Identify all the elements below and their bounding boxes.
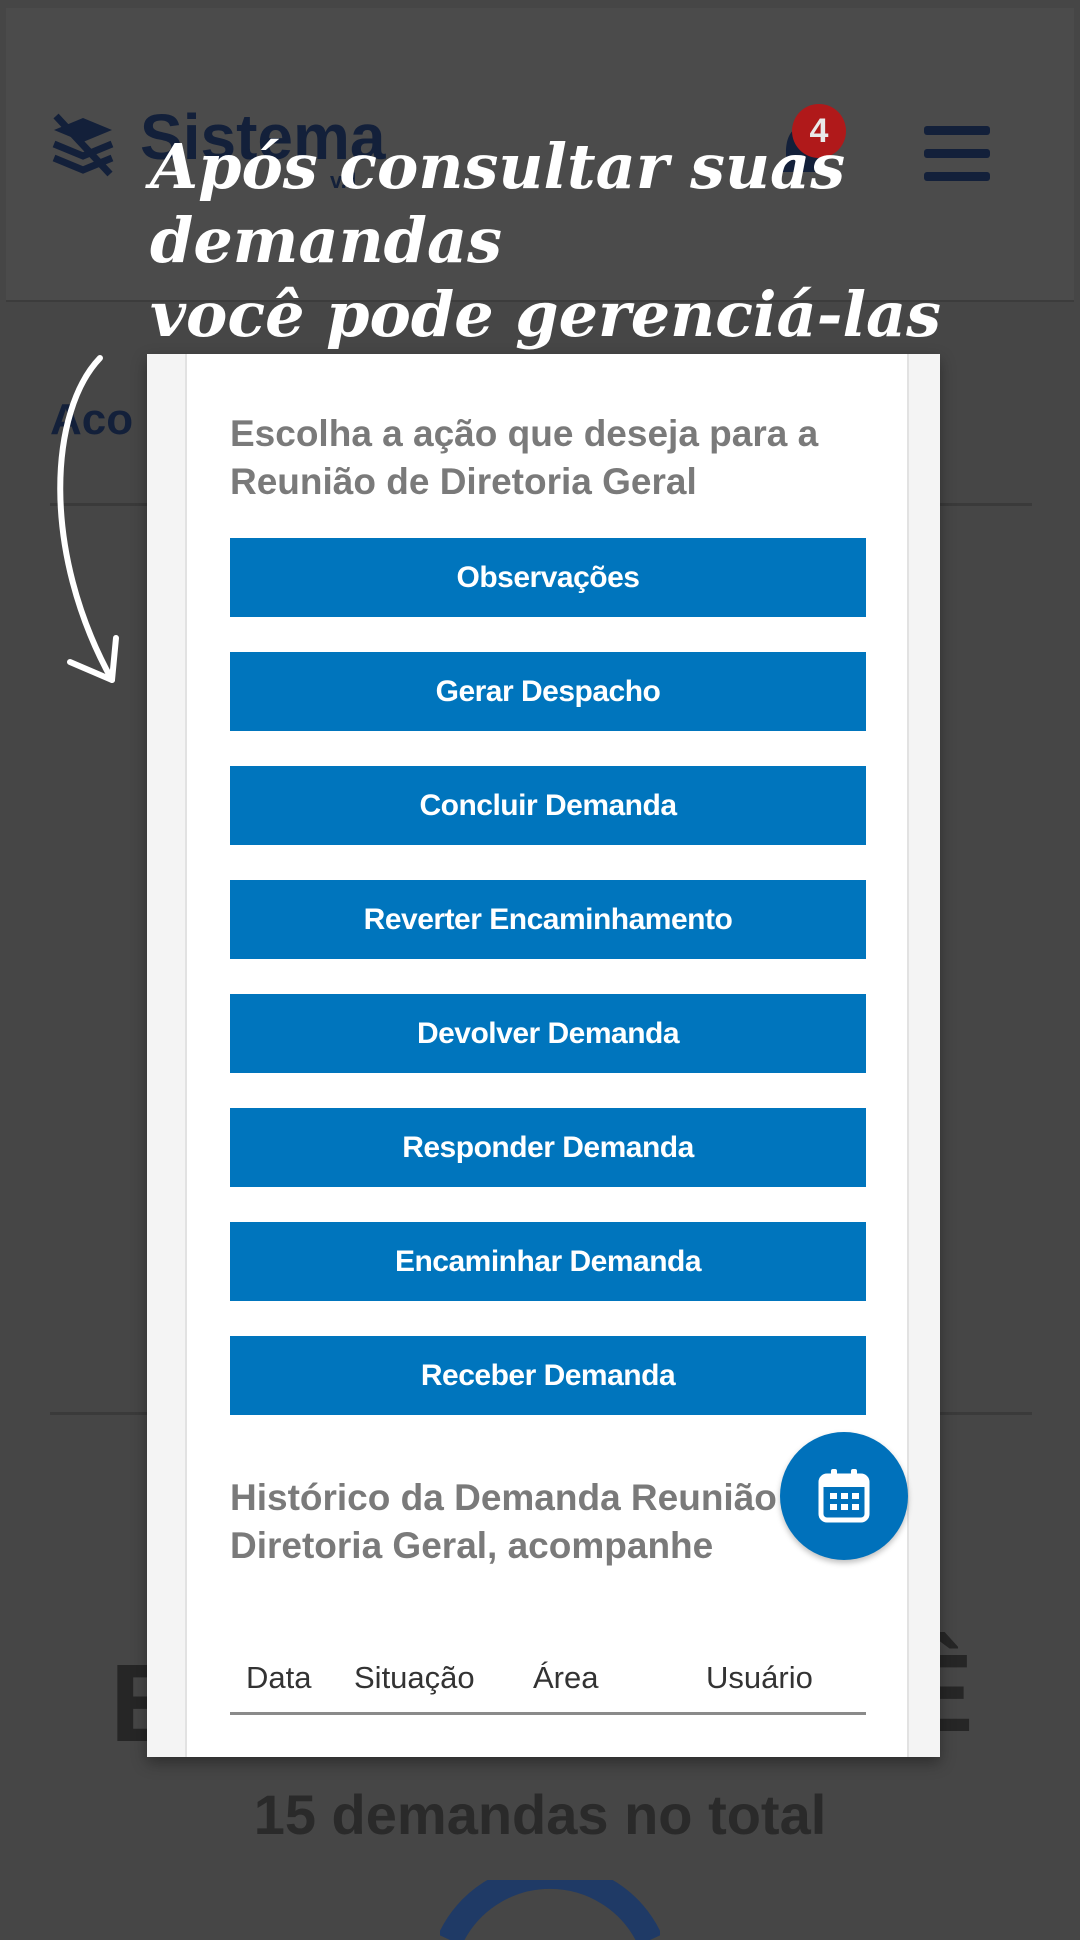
return-demand-button[interactable]: Devolver Demanda bbox=[230, 994, 866, 1073]
forward-demand-button[interactable]: Encaminhar Demanda bbox=[230, 1222, 866, 1301]
revert-forwarding-button[interactable]: Reverter Encaminhamento bbox=[230, 880, 866, 959]
action-panel-content: Escolha a ação que deseja para a Reunião… bbox=[185, 354, 909, 1757]
conclude-demand-button[interactable]: Concluir Demanda bbox=[230, 766, 866, 845]
total-demands-text: 15 demandas no total bbox=[253, 1783, 827, 1846]
chart-arc bbox=[440, 1880, 660, 1940]
caption-line-1: Após consultar suas demandas bbox=[150, 130, 846, 277]
logo-icon bbox=[52, 113, 114, 177]
calendar-icon bbox=[818, 1469, 870, 1523]
column-header-data[interactable]: Data bbox=[246, 1660, 311, 1696]
column-header-situacao[interactable]: Situação bbox=[354, 1660, 475, 1696]
receive-demand-button[interactable]: Receber Demanda bbox=[230, 1336, 866, 1415]
answer-demand-button[interactable]: Responder Demanda bbox=[230, 1108, 866, 1187]
caption-line-2: você pode gerenciá-las bbox=[150, 278, 942, 351]
history-table-header: Data Situação Área Usuário bbox=[230, 1654, 866, 1715]
history-title: Histórico da Demanda Reunião Diretoria G… bbox=[230, 1477, 777, 1566]
action-list: Observações Gerar Despacho Concluir Dema… bbox=[230, 538, 866, 1450]
generate-dispatch-button[interactable]: Gerar Despacho bbox=[230, 652, 866, 731]
panel-title: Escolha a ação que deseja para a Reunião… bbox=[230, 413, 819, 502]
curved-arrow-icon bbox=[57, 355, 119, 683]
calendar-fab-button[interactable] bbox=[780, 1432, 908, 1560]
tutorial-caption: Após consultar suas demandas você pode g… bbox=[150, 130, 1050, 352]
observations-button[interactable]: Observações bbox=[230, 538, 866, 617]
column-header-area[interactable]: Área bbox=[533, 1660, 598, 1696]
column-header-usuario[interactable]: Usuário bbox=[706, 1660, 813, 1696]
